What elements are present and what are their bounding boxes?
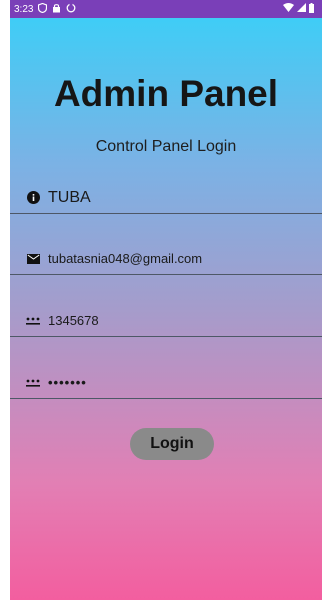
signal-icon [297, 3, 306, 15]
password-field[interactable]: ••••••• [10, 367, 322, 399]
name-field[interactable]: TUBA [10, 182, 322, 214]
email-field[interactable]: tubatasnia048@gmail.com [10, 243, 322, 275]
status-bar-left: 3:23 [14, 2, 76, 16]
phone-field[interactable]: 1345678 [10, 305, 322, 337]
status-bar: 3:23 [10, 0, 322, 18]
status-time: 3:23 [14, 3, 34, 15]
info-icon [26, 191, 40, 205]
phone-value: 1345678 [48, 313, 99, 328]
sync-icon [66, 2, 76, 16]
app-frame: 3:23 Admin Panel Control Panel Login TUB… [10, 0, 322, 600]
login-screen: Admin Panel Control Panel Login TUBA tub… [10, 18, 322, 600]
password-value: ••••••• [48, 375, 87, 390]
password-icon [26, 314, 40, 328]
wifi-icon [283, 3, 294, 15]
name-value: TUBA [48, 188, 91, 206]
login-button[interactable]: Login [130, 428, 214, 460]
password-icon [26, 376, 40, 390]
shield-icon [38, 2, 48, 16]
email-value: tubatasnia048@gmail.com [48, 251, 203, 266]
page-title: Admin Panel [53, 73, 279, 114]
status-bar-right [283, 2, 314, 16]
battery-icon [309, 2, 314, 16]
mail-icon [26, 252, 40, 266]
lock-icon [52, 3, 61, 16]
page-subtitle: Control Panel Login [95, 138, 237, 155]
